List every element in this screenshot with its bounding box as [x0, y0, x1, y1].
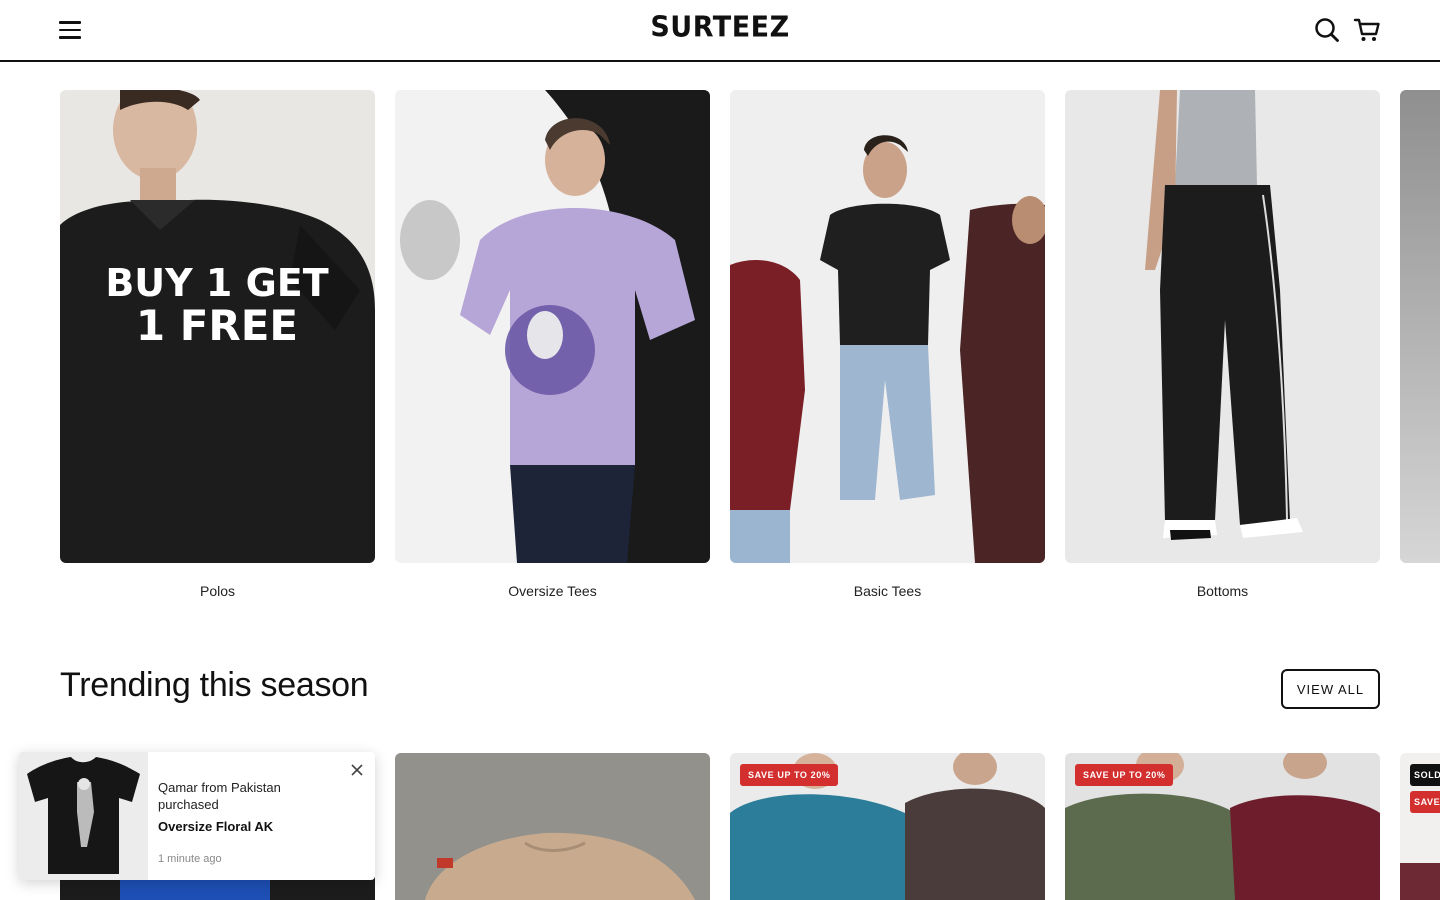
cart-icon[interactable] — [1353, 16, 1381, 44]
sale-badge: SAVE UP TO 20% — [740, 764, 839, 786]
toast-product-image — [19, 752, 148, 880]
collection-card-partial[interactable] — [1400, 90, 1440, 563]
toast-message: Qamar from Pakistan purchased — [158, 780, 281, 812]
search-icon[interactable] — [1313, 16, 1341, 44]
close-icon[interactable] — [349, 762, 365, 778]
product-card-partial[interactable]: SOLD SAVE — [1400, 753, 1440, 900]
collection-card-bottoms[interactable]: Bottoms — [1065, 90, 1380, 599]
product-card[interactable]: SAVE UP TO 20% — [730, 753, 1045, 900]
promo-text-line1: BUY 1 GET — [105, 261, 328, 305]
promo-text-line2: 1 FREE — [136, 301, 298, 350]
hamburger-menu-icon[interactable] — [56, 16, 84, 44]
site-header: SURTEEZ — [0, 0, 1440, 62]
collection-label[interactable]: Bottoms — [1065, 583, 1380, 599]
collection-card-polos[interactable]: BUY 1 GET 1 FREE Polos — [60, 90, 375, 599]
collection-label[interactable]: Oversize Tees — [395, 583, 710, 599]
collection-label[interactable]: Basic Tees — [730, 583, 1045, 599]
collection-image-oversize-tees — [395, 90, 710, 563]
toast-timestamp: 1 minute ago — [158, 853, 222, 865]
collection-label[interactable]: Polos — [60, 583, 375, 599]
sale-badge: SAVE — [1410, 791, 1440, 813]
recent-purchase-toast[interactable]: Qamar from Pakistan purchased Oversize F… — [19, 752, 375, 880]
collection-card-oversize-tees[interactable]: Oversize Tees — [395, 90, 710, 599]
toast-product-name[interactable]: Oversize Floral AK — [158, 819, 273, 834]
site-logo[interactable]: SURTEEZ — [620, 11, 820, 44]
product-card[interactable] — [395, 753, 710, 900]
collection-image-basic-tees — [730, 90, 1045, 563]
sold-out-badge: SOLD — [1410, 764, 1440, 786]
collection-image-bottoms — [1065, 90, 1380, 563]
section-title: Trending this season — [60, 666, 369, 704]
collection-image-polos: BUY 1 GET 1 FREE — [60, 90, 375, 563]
product-card[interactable]: SAVE UP TO 20% — [1065, 753, 1380, 900]
view-all-button[interactable]: VIEW ALL — [1281, 669, 1380, 709]
collection-card-basic-tees[interactable]: Basic Tees — [730, 90, 1045, 599]
sale-badge: SAVE UP TO 20% — [1075, 764, 1174, 786]
